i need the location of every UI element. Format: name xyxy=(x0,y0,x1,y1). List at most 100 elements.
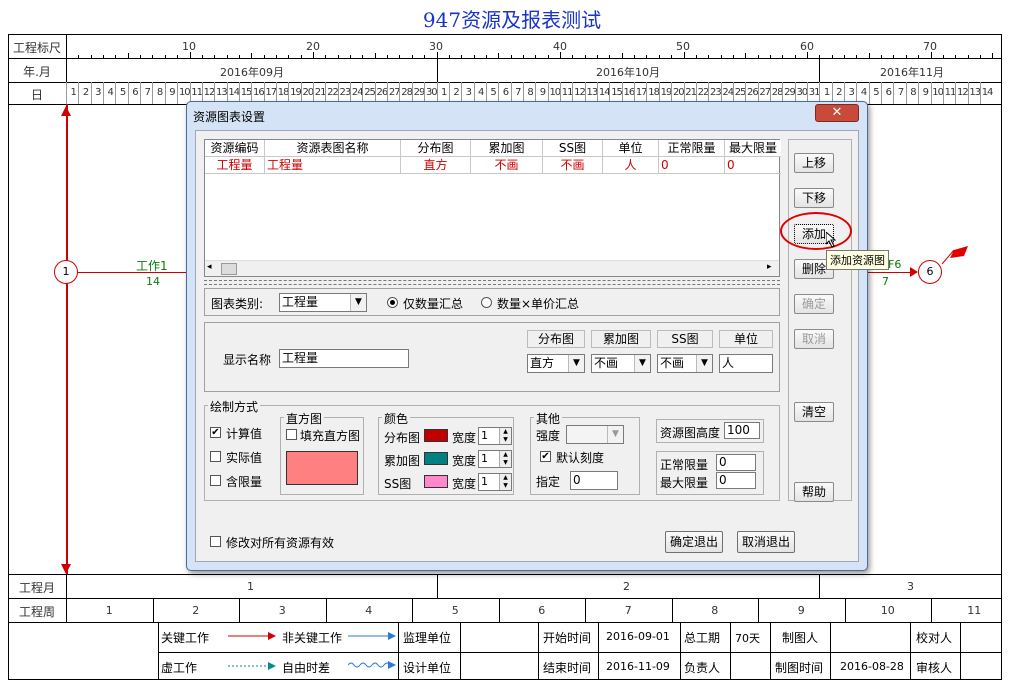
dist-select[interactable]: 直方 ▼ xyxy=(527,354,585,373)
spin-arrows-icon[interactable]: ▲ ▼ xyxy=(499,474,511,490)
ok-button[interactable]: 确定 xyxy=(794,294,834,314)
radio-qty-label: 仅数量汇总 xyxy=(403,297,464,311)
grid-header[interactable]: 最大限量 xyxy=(725,140,781,157)
dist-color-swatch[interactable] xyxy=(424,429,448,442)
project-week: 4 xyxy=(365,604,373,617)
start-value: 2016-09-01 xyxy=(606,630,670,643)
project-week: 3 xyxy=(278,604,286,617)
width-label: 宽度 xyxy=(452,477,477,491)
splitter[interactable] xyxy=(204,280,780,285)
col-ss-label: SS图 xyxy=(657,330,713,348)
grid-cell[interactable]: 工程量 xyxy=(205,157,265,174)
spin-arrows-icon[interactable]: ▲ ▼ xyxy=(499,428,511,444)
grid-header[interactable]: 累加图 xyxy=(471,140,543,157)
close-button[interactable]: ✕ xyxy=(815,104,859,122)
project-month: 2 xyxy=(623,580,630,593)
network-node[interactable]: 1 xyxy=(54,260,78,284)
project-week: 2 xyxy=(192,604,200,617)
grid-cell[interactable]: 直方 xyxy=(401,157,471,174)
start-label: 开始时间 xyxy=(543,631,592,645)
ss-select[interactable]: 不画 ▼ xyxy=(657,354,713,373)
clear-button[interactable]: 清空 xyxy=(794,402,834,422)
fill-histogram-checkbox[interactable] xyxy=(286,429,297,440)
max-limit-input[interactable]: 0 xyxy=(716,472,756,489)
actual-value-label: 实际值 xyxy=(226,451,263,465)
height-input[interactable]: 100 xyxy=(724,422,760,439)
arrow-up-icon xyxy=(61,106,71,116)
grid-header[interactable]: 资源表图名称 xyxy=(265,140,401,157)
strength-select[interactable]: ▼ xyxy=(566,425,624,444)
draw-time-label: 制图时间 xyxy=(775,661,824,675)
resource-grid[interactable]: 资源编码 资源表图名称 分布图 累加图 SS图 单位 正常限量 最大限量 工程量… xyxy=(204,139,781,277)
accum-width-spinner[interactable]: 1 ▲ ▼ xyxy=(478,450,512,468)
spin-arrows-icon[interactable]: ▲ ▼ xyxy=(499,451,511,467)
accum-select[interactable]: 不画 ▼ xyxy=(591,354,651,373)
display-name-input[interactable]: 工程量 xyxy=(279,349,409,368)
scroll-thumb[interactable] xyxy=(221,263,237,275)
right-task-label[interactable]: F6 xyxy=(888,258,901,271)
scroll-right-icon[interactable]: ▸ xyxy=(767,262,772,272)
day-row-label: 日 xyxy=(30,88,43,102)
confirm-exit-button[interactable]: 确定退出 xyxy=(665,531,723,553)
width-label: 宽度 xyxy=(452,431,477,445)
chevron-down-icon: ▼ xyxy=(634,355,650,372)
ss-color-swatch[interactable] xyxy=(424,475,448,488)
apply-all-checkbox[interactable] xyxy=(210,536,221,547)
chart-type-select[interactable]: 工程量 ▼ xyxy=(279,293,367,312)
grid-header[interactable]: 分布图 xyxy=(401,140,471,157)
grid-cell[interactable]: 工程量 xyxy=(265,157,401,174)
grid-header[interactable]: 资源编码 xyxy=(205,140,265,157)
grid-cell[interactable]: 不画 xyxy=(543,157,603,174)
col-accum-label: 累加图 xyxy=(591,330,651,348)
default-scale-checkbox[interactable]: ✔ xyxy=(540,451,551,462)
cancel-exit-button[interactable]: 取消退出 xyxy=(737,531,795,553)
horizontal-scrollbar[interactable]: ◂ ▸ xyxy=(205,260,779,276)
chart-type-value: 工程量 xyxy=(282,295,319,309)
cancel-button[interactable]: 取消 xyxy=(794,329,834,349)
add-tooltip: 添加资源图 xyxy=(826,250,889,270)
with-limit-label: 含限量 xyxy=(226,475,263,489)
noncritical-line-icon xyxy=(348,630,396,644)
grid-cell[interactable]: 0 xyxy=(659,157,725,174)
unit-input[interactable]: 人 xyxy=(719,354,773,373)
network-node[interactable]: 6 xyxy=(918,260,942,284)
chevron-down-icon: ▼ xyxy=(350,294,366,311)
legend-dummy: 虚工作 xyxy=(161,661,198,675)
reviewer-label: 审核人 xyxy=(916,661,953,675)
month-row-label: 年.月 xyxy=(23,65,51,79)
with-limit-checkbox[interactable] xyxy=(210,475,221,486)
legend-noncritical: 非关键工作 xyxy=(282,631,343,645)
scroll-left-icon[interactable]: ◂ xyxy=(207,262,212,272)
drawer-label: 制图人 xyxy=(782,631,819,645)
grid-header[interactable]: 正常限量 xyxy=(659,140,725,157)
project-week: 1 xyxy=(105,604,113,617)
grid-header[interactable]: 单位 xyxy=(603,140,659,157)
radio-qty-only[interactable] xyxy=(387,297,398,308)
grid-cell[interactable]: 0 xyxy=(725,157,781,174)
task-duration: 14 xyxy=(146,275,160,288)
project-week: 7 xyxy=(624,604,632,617)
task-label[interactable]: 工作1 xyxy=(136,257,168,274)
accum-color-swatch[interactable] xyxy=(424,452,448,465)
grid-header[interactable]: SS图 xyxy=(543,140,603,157)
help-button[interactable]: 帮助 xyxy=(794,482,834,502)
specify-input[interactable]: 0 xyxy=(570,471,618,490)
ss-width-spinner[interactable]: 1 ▲ ▼ xyxy=(478,473,512,491)
grid-cell[interactable]: 人 xyxy=(603,157,659,174)
normal-limit-input[interactable]: 0 xyxy=(716,454,756,471)
draw-time-value: 2016-08-28 xyxy=(840,660,904,673)
project-week: 8 xyxy=(711,604,719,617)
spin-value: 1 xyxy=(481,452,488,465)
arrow-down-icon xyxy=(61,564,71,574)
dialog-title: 资源图表设置 xyxy=(193,110,266,124)
move-down-button[interactable]: 下移 xyxy=(794,188,834,208)
move-up-button[interactable]: 上移 xyxy=(794,153,834,173)
grid-cell[interactable]: 不画 xyxy=(471,157,543,174)
histogram-fill-swatch[interactable] xyxy=(286,451,358,485)
calc-value-checkbox[interactable]: ✔ xyxy=(210,427,221,438)
dist-width-spinner[interactable]: 1 ▲ ▼ xyxy=(478,427,512,445)
calc-value-label: 计算值 xyxy=(226,427,263,441)
actual-value-checkbox[interactable] xyxy=(210,451,221,462)
node-number: 1 xyxy=(62,265,70,278)
radio-qty-price[interactable] xyxy=(481,297,492,308)
